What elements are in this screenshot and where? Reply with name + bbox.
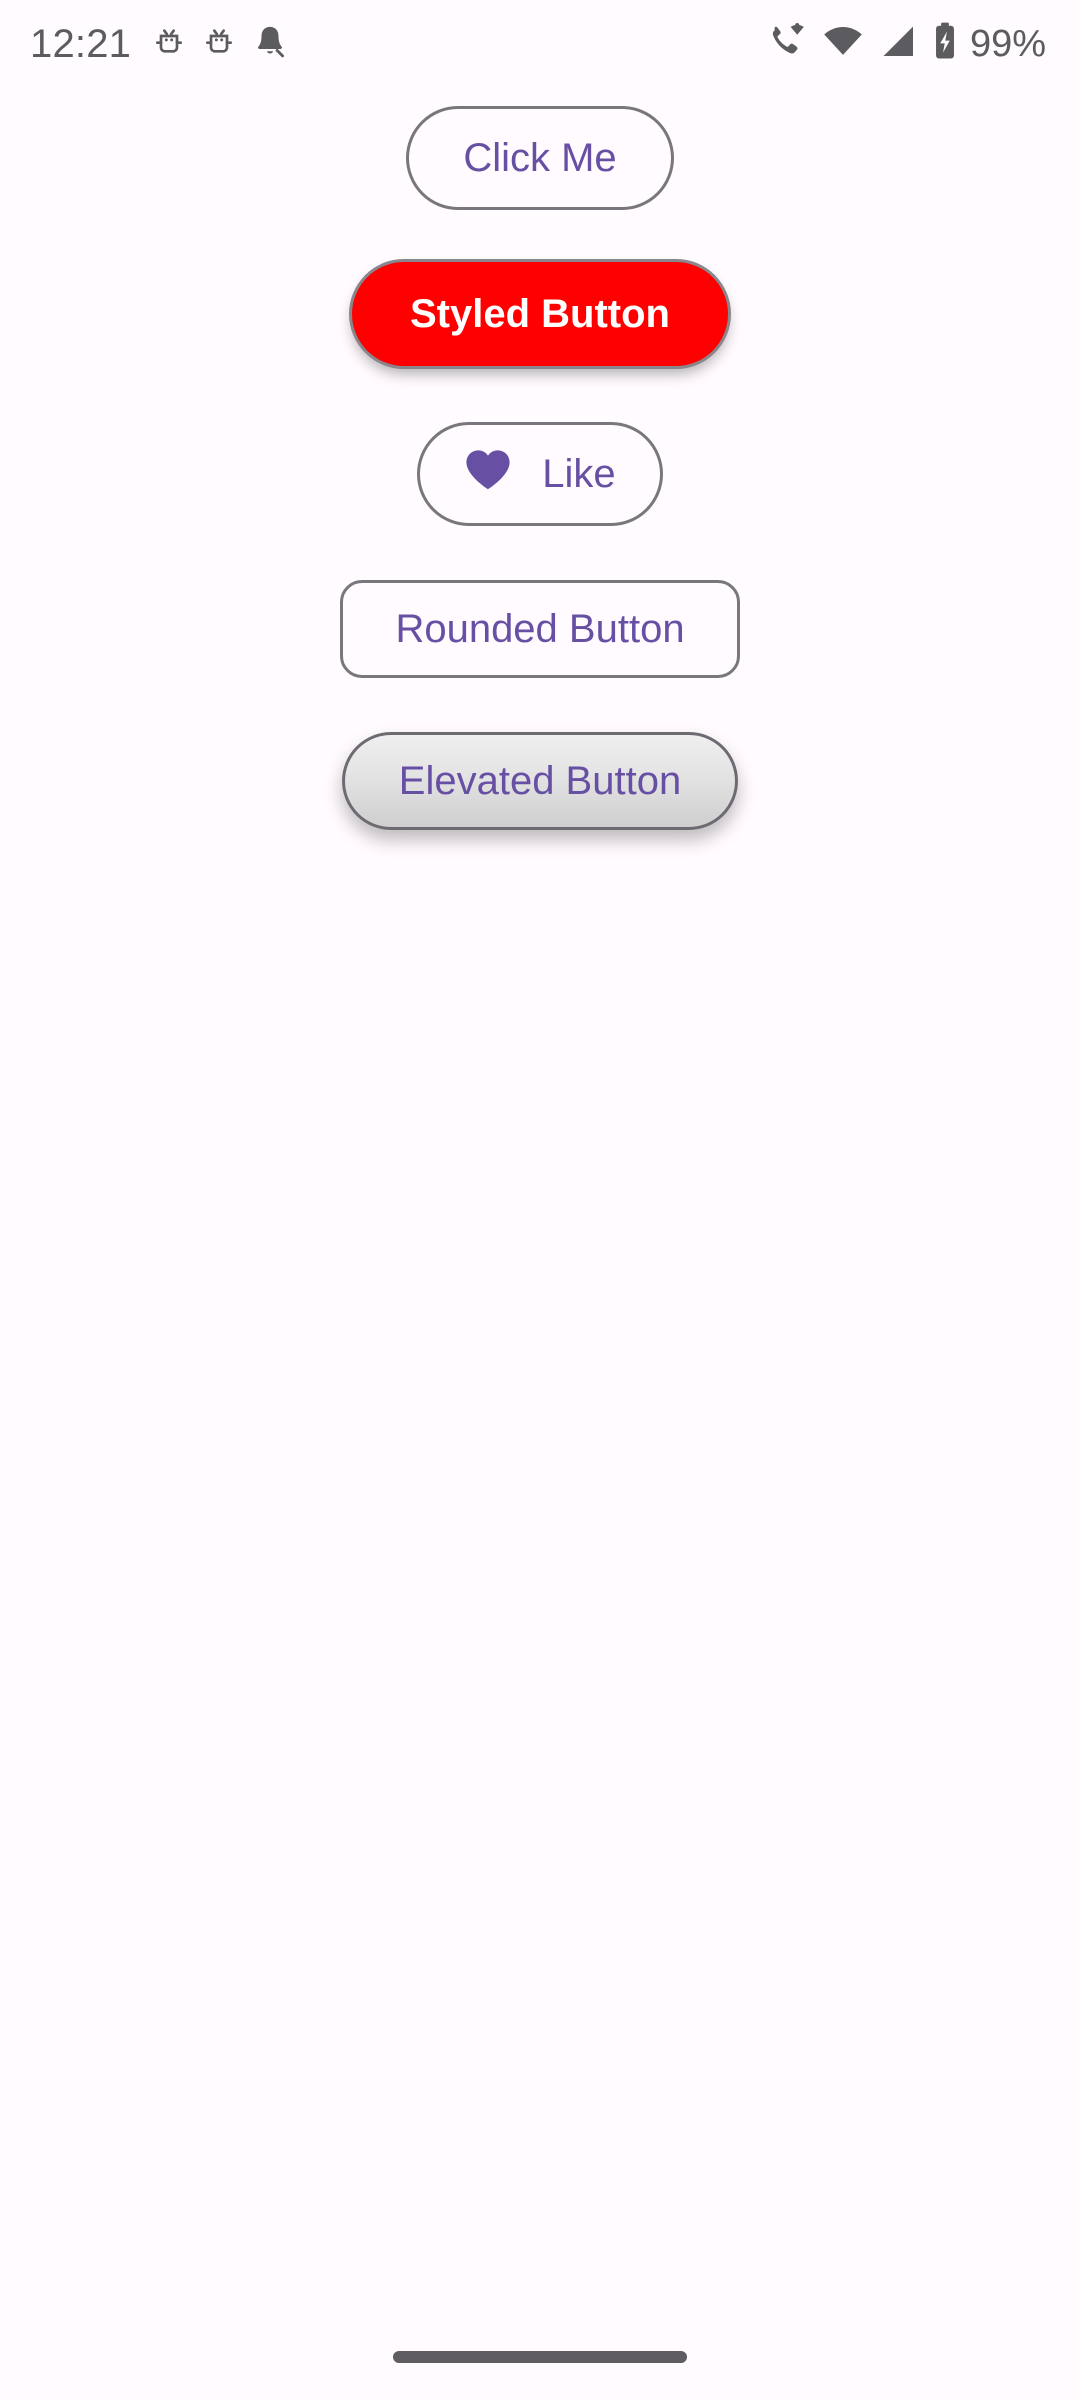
wifi-icon	[822, 22, 864, 67]
like-button-label: Like	[542, 451, 616, 496]
system-navigation-bar	[0, 2314, 1080, 2400]
home-gesture-pill[interactable]	[393, 2351, 687, 2363]
cellular-signal-icon	[878, 22, 918, 67]
android-debug-icon-2	[203, 24, 235, 65]
styled-button-slot: Styled Button	[0, 262, 1080, 366]
elevated-button[interactable]: Elevated Button	[341, 732, 739, 830]
app-screen: 12:21 99% Click Me Styled Button Like Ro…	[0, 0, 1080, 2400]
click-me-button[interactable]: Click Me	[406, 106, 674, 210]
status-bar: 12:21 99%	[0, 0, 1080, 88]
styled-button[interactable]: Styled Button	[352, 262, 728, 366]
like-button-slot: Like	[0, 422, 1080, 526]
status-bar-right: 99%	[766, 21, 1046, 68]
android-debug-icon-1	[153, 24, 185, 65]
battery-percent-label: 99%	[969, 23, 1046, 65]
like-button[interactable]: Like	[417, 422, 663, 526]
battery-charging-icon	[932, 21, 958, 68]
vowifi-calling-icon	[766, 22, 808, 67]
button-showcase-content: Click Me Styled Button Like Rounded Butt…	[0, 88, 1080, 2314]
heart-icon	[464, 447, 512, 501]
rounded-button-slot: Rounded Button	[0, 580, 1080, 678]
elevated-button-slot: Elevated Button	[0, 732, 1080, 830]
status-bar-notification-icons	[153, 24, 287, 65]
notification-bell-icon	[253, 24, 287, 65]
status-bar-clock: 12:21	[30, 22, 132, 66]
click-me-button-slot: Click Me	[0, 106, 1080, 210]
status-bar-left: 12:21	[30, 24, 287, 65]
rounded-button[interactable]: Rounded Button	[340, 580, 740, 678]
